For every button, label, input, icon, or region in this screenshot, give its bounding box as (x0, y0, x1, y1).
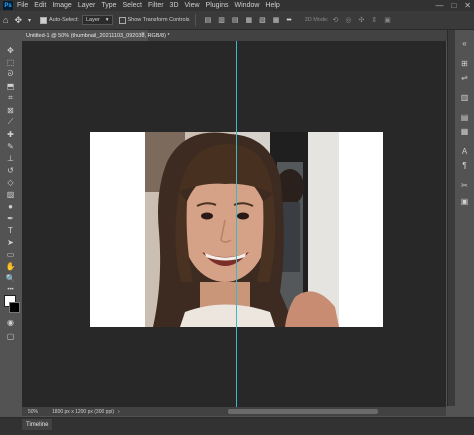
chevron-down-icon: ▾ (105, 17, 109, 23)
tools-panel: ✥ ⬚ ᘐ ⬒ ⌗ ⊠ ⟋ ✚ ✎ ⊥ ↺ ◇ ▨ ● ✒ T ➤ ▭ ✋ 🔍 … (0, 41, 21, 411)
brush-tool-icon[interactable]: ✎ (4, 141, 17, 151)
menu-view[interactable]: View (185, 2, 200, 9)
align-left-icon[interactable]: ▤ (205, 16, 212, 24)
document-tab-bar: Untitled-1 @ 50% (thumbnail_20211103_092… (22, 30, 447, 41)
status-menu-icon[interactable]: › (114, 409, 120, 415)
hand-tool-icon[interactable]: ✋ (4, 261, 17, 271)
adjustments-panel-icon[interactable]: ⇌ (458, 72, 471, 82)
crop-tool-icon[interactable]: ⌗ (4, 93, 17, 103)
frame-tool-icon[interactable]: ⊠ (4, 105, 17, 115)
minimize-button[interactable]: — (435, 1, 443, 10)
portrait-photo (145, 132, 339, 327)
auto-select-checkbox[interactable] (40, 16, 47, 24)
zoom-tool-icon[interactable]: 🔍 (4, 273, 17, 283)
pen-tool-icon[interactable]: ✒ (4, 213, 17, 223)
vertical-guide-line[interactable] (236, 41, 237, 407)
quick-mask-icon[interactable]: ◉ (4, 317, 17, 327)
3d-slide-icon[interactable]: ⇕ (371, 16, 377, 24)
home-icon[interactable]: ⌂ (3, 15, 8, 25)
eyedropper-tool-icon[interactable]: ⟋ (4, 117, 17, 127)
chevron-down-icon[interactable]: ▾ (28, 17, 31, 24)
horizontal-scrollbar[interactable] (228, 409, 378, 414)
divider (194, 14, 196, 26)
collapse-panels-icon[interactable]: « (458, 38, 471, 48)
zoom-level[interactable]: 50% (22, 409, 44, 415)
show-transform-label: Show Transform Controls (127, 17, 190, 23)
paragraph-panel-icon[interactable]: ¶ (458, 160, 471, 170)
app-logo: Ps (3, 1, 13, 10)
healing-brush-tool-icon[interactable]: ✚ (4, 129, 17, 139)
align-top-icon[interactable]: ▦ (245, 16, 252, 24)
options-bar: ⌂ ✥ ▾ Auto-Select: Layer ▾ Show Transfor… (0, 11, 474, 30)
align-center-icon[interactable]: ▥ (218, 16, 225, 24)
timeline-panel (0, 417, 474, 435)
auto-select-value: Layer (85, 17, 100, 23)
layers-panel-icon[interactable]: ▣ (458, 196, 471, 206)
menu-edit[interactable]: Edit (34, 2, 46, 9)
canvas-workspace[interactable] (22, 41, 446, 407)
align-bottom-icon[interactable]: ▦ (273, 16, 280, 24)
properties-panel-icon[interactable]: ▤ (458, 112, 471, 122)
menu-type[interactable]: Type (101, 2, 116, 9)
close-tab-icon[interactable]: × (141, 31, 145, 38)
maximize-button[interactable]: □ (451, 1, 456, 10)
show-transform-checkbox[interactable] (118, 16, 126, 24)
3d-drag-icon[interactable]: ✣ (359, 16, 365, 24)
more-options-icon[interactable]: ••• (286, 17, 291, 24)
3d-scale-icon[interactable]: ▣ (384, 16, 391, 24)
marquee-tool-icon[interactable]: ⬚ (4, 57, 17, 67)
tools-preset-icon[interactable]: ✂ (458, 180, 471, 190)
menu-filter[interactable]: Filter (148, 2, 164, 9)
menu-help[interactable]: Help (265, 2, 279, 9)
menu-select[interactable]: Select (123, 2, 142, 9)
more-tools-icon[interactable]: ••• (4, 285, 17, 295)
photo-layer[interactable] (145, 132, 339, 327)
background-color-swatch[interactable] (9, 302, 20, 313)
3d-rotate-icon[interactable]: ⟲ (333, 16, 339, 24)
document-tab-title: Untitled-1 @ 50% (thumbnail_20211103_092… (26, 32, 170, 39)
menu-image[interactable]: Image (52, 2, 71, 9)
object-select-tool-icon[interactable]: ⬒ (4, 81, 17, 91)
libraries-panel-icon[interactable]: ▥ (458, 92, 471, 102)
auto-select-label: Auto-Select: (49, 17, 79, 23)
rectangle-tool-icon[interactable]: ▭ (4, 249, 17, 259)
path-selection-tool-icon[interactable]: ➤ (4, 237, 17, 247)
document-tab[interactable]: Untitled-1 @ 50% (thumbnail_20211103_092… (22, 30, 170, 41)
move-tool-icon[interactable]: ✥ (14, 15, 22, 26)
right-panel-dock: « ⊞ ⇌ ▥ ▤ ▦ A ¶ ✂ ▣ (455, 30, 474, 434)
menu-layer[interactable]: Layer (78, 2, 96, 9)
gradient-tool-icon[interactable]: ▨ (4, 189, 17, 199)
type-tool-icon[interactable]: T (4, 225, 17, 235)
color-panel-icon[interactable]: ▦ (458, 126, 471, 136)
menu-plugins[interactable]: Plugins (206, 2, 229, 9)
character-panel-icon[interactable]: A (458, 146, 471, 156)
menu-window[interactable]: Window (235, 2, 260, 9)
clone-stamp-tool-icon[interactable]: ⊥ (4, 153, 17, 163)
menu-3d[interactable]: 3D (170, 2, 179, 9)
menu-bar: Ps File Edit Image Layer Type Select Fil… (0, 0, 474, 11)
screen-mode-icon[interactable]: ▢ (4, 331, 17, 341)
move-tool-icon[interactable]: ✥ (4, 45, 17, 55)
menu-file[interactable]: File (17, 2, 28, 9)
3d-roll-icon[interactable]: ◎ (345, 16, 351, 24)
lasso-tool-icon[interactable]: ᘐ (4, 69, 17, 79)
auto-select-dropdown[interactable]: Layer ▾ (81, 15, 113, 25)
close-button[interactable]: ✕ (464, 1, 471, 10)
3d-mode-label: 3D Mode: (304, 17, 329, 23)
window-controls: — □ ✕ (435, 0, 471, 11)
align-right-icon[interactable]: ▤ (232, 16, 239, 24)
align-middle-icon[interactable]: ▧ (259, 16, 266, 24)
dodge-tool-icon[interactable]: ● (4, 201, 17, 211)
eraser-tool-icon[interactable]: ◇ (4, 177, 17, 187)
history-brush-tool-icon[interactable]: ↺ (4, 165, 17, 175)
history-panel-icon[interactable]: ⊞ (458, 58, 471, 68)
document-info: 1800 px x 1200 px (300 ppi) (52, 408, 115, 415)
timeline-tab[interactable]: Timeline (22, 419, 53, 430)
